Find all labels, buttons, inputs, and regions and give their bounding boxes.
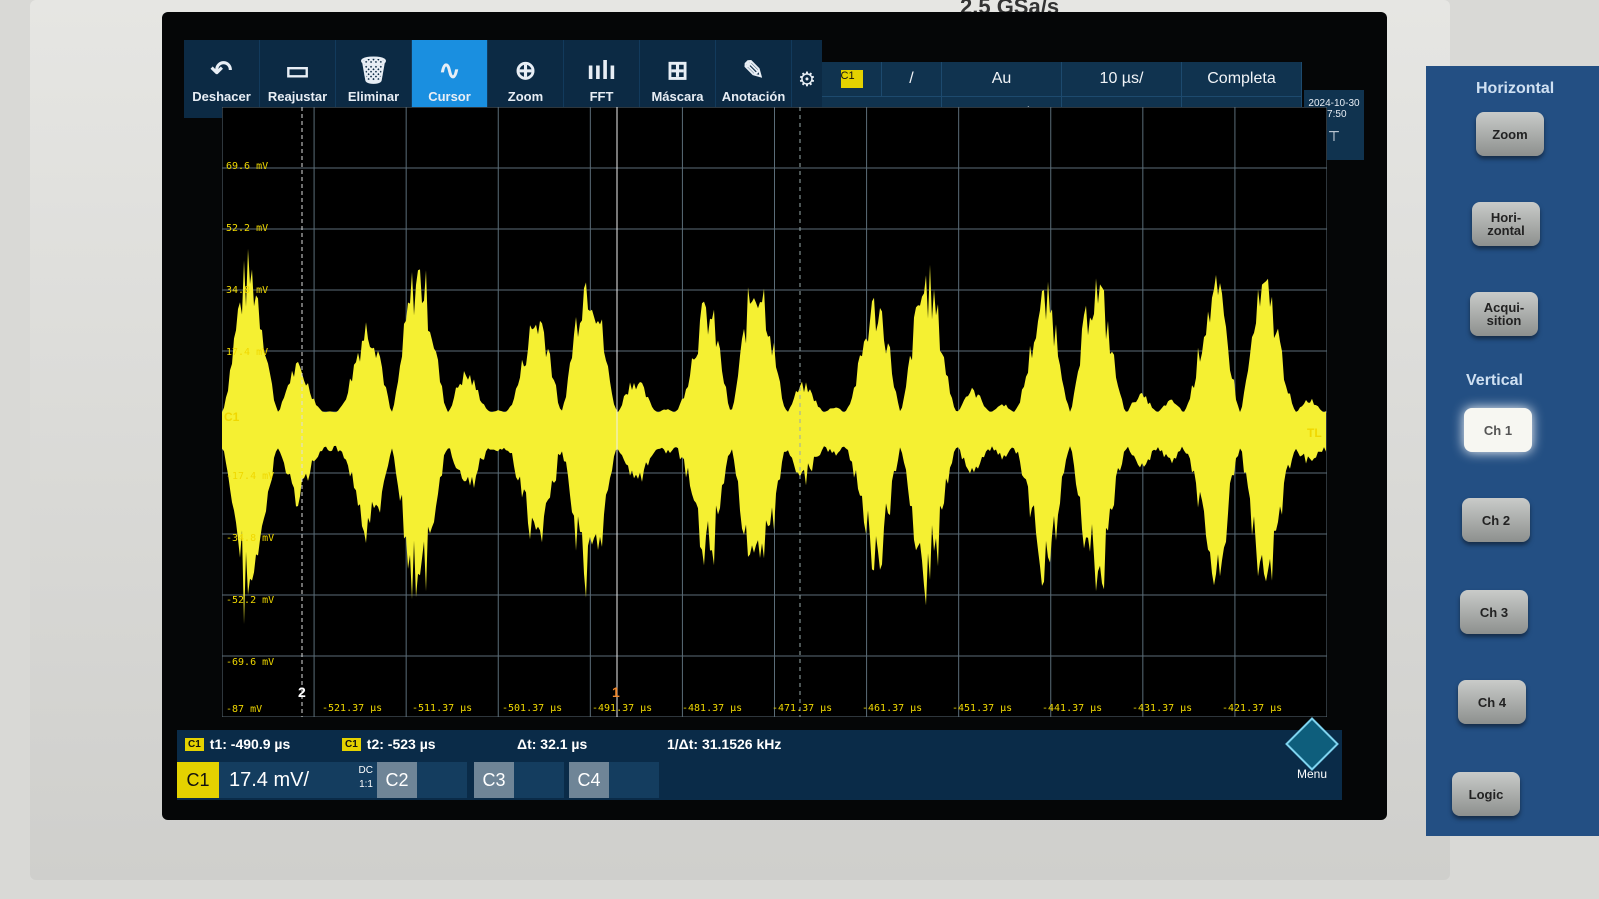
t1-value: t1: -490.9 µs [209,736,291,752]
undo-icon: ↶ [210,54,233,85]
c1-coupling-mode: DC [358,765,373,776]
ch4-button[interactable]: Ch 4 [1458,680,1526,724]
c2-label: C2 [377,762,417,798]
horizontal-heading: Horizontal [1476,80,1555,97]
channel-c4[interactable]: C4 [569,762,659,798]
y-tick-label: 17.4 mV [226,347,268,358]
mask-icon: ⊞ [666,54,689,85]
toolbar-label: Zoom [507,88,544,104]
x-tick-label: -421.37 µs [1222,703,1282,714]
toolbar-label: Máscara [651,88,704,104]
toolbar-label: Reajustar [267,88,328,104]
zoom-icon: ⊕ [514,54,537,85]
channel-c3[interactable]: C3 [474,762,564,798]
channel-offset-marker[interactable]: C1 [224,410,240,424]
ch2-button[interactable]: Ch 2 [1462,498,1530,542]
toolbar-label: Anotación [721,88,786,104]
t2-value: t2: -523 µs [366,736,436,752]
y-tick-label: -52.2 mV [226,595,274,606]
autoset-icon: ▭ [285,54,310,85]
oscilloscope-screen: ↶ Deshacer ▭ Reajustar 🗑 Eliminar ∿ Cursor ⊕ Zoom… [162,12,1387,820]
c1-chip: C1 [185,737,204,751]
ch1-button[interactable]: Ch 1 [1464,408,1532,452]
cursor-t1[interactable]: C1 t1: -490.9 µs [185,736,290,752]
c1-chip: C1 [342,737,361,751]
waveform-svg[interactable]: 69.6 mV 52.2 mV 34.8 mV 17.4 mV -17.4 mV -34.… [221,106,1328,718]
acquisition-length[interactable]: Completa [1182,62,1302,97]
c1-coupling: DC 1:1 [359,764,373,792]
channel-c2[interactable]: C2 [377,762,467,798]
trigger-mode[interactable]: Au [942,62,1062,97]
toolbar-label: Deshacer [192,88,251,104]
c1-scale: 17.4 mV/ [229,768,310,791]
y-tick-label: 52.2 mV [226,223,268,234]
trigger-source[interactable]: C1 [822,62,882,97]
acquisition-button[interactable]: Acqui- sition [1470,292,1538,336]
timebase[interactable]: 10 µs/ [1062,62,1182,97]
y-tick-label: 34.8 mV [226,285,268,296]
c1-label: C1 [177,762,219,798]
logic-button[interactable]: Logic [1452,772,1520,816]
menu-button[interactable]: Menu [1282,717,1342,797]
channel-c1[interactable]: C1 17.4 mV/ DC 1:1 [177,762,377,798]
channel-bar: C1 17.4 mV/ DC 1:1 C2 C3 C4 [177,760,1342,800]
cursor-t2[interactable]: C1 t2: -523 µs [342,736,436,752]
toolbar-label: Eliminar [347,88,400,104]
cursor-readout-bar: C1 t1: -490.9 µs C1 t2: -523 µs Δt: 32.1 µ… [177,730,1342,760]
y-tick-label: -87 mV [226,704,262,715]
waveform-display[interactable]: 69.6 mV 52.2 mV 34.8 mV 17.4 mV -17.4 mV -34.… [221,106,1328,718]
x-tick-label: -481.37 µs [682,703,742,714]
x-tick-label: -491.37 µs [592,703,652,714]
c3-tail [514,762,564,798]
c4-tail [609,762,659,798]
y-tick-label: -17.4 mV [226,471,274,482]
x-tick-label: -431.37 µs [1132,703,1192,714]
trigger-source-chip: C1 [840,70,863,88]
trash-icon: 🗑 [356,54,390,85]
trigger-level-marker[interactable]: TL [1307,426,1322,440]
rs-logo-icon [1285,717,1339,771]
c3-label: C3 [474,762,514,798]
y-tick-label: -34.8 mV [226,533,274,544]
c4-label: C4 [569,762,609,798]
toolbar-label: FFT [589,88,614,104]
x-tick-label: -461.37 µs [862,703,922,714]
x-tick-label: -511.37 µs [412,703,472,714]
toolbar-label: Cursor [428,88,471,104]
y-tick-label: -69.6 mV [226,657,274,668]
control-panel: Horizontal Zoom Hori- zontal Acqui- siti… [1426,66,1599,836]
ch3-button[interactable]: Ch 3 [1460,590,1528,634]
c1-probe-ratio: 1:1 [359,779,373,790]
x-tick-label: -441.37 µs [1042,703,1102,714]
c2-tail [417,762,467,798]
delta-t: Δt: 32.1 µs [517,736,588,752]
x-tick-label: -471.37 µs [772,703,832,714]
cursor-wave-icon: ∿ [438,54,461,85]
y-tick-label: 69.6 mV [226,161,268,172]
x-tick-label: -501.37 µs [502,703,562,714]
fft-icon: ıılı [587,54,616,85]
annotation-pencil-icon: ✎ [742,54,765,85]
x-tick-label: -521.37 µs [322,703,382,714]
vertical-heading: Vertical [1466,372,1523,389]
cursor-1-marker[interactable]: 1 [612,684,620,700]
zoom-button[interactable]: Zoom [1476,112,1544,156]
x-tick-label: -451.37 µs [952,703,1012,714]
trigger-slope-icon[interactable]: / [882,62,942,97]
horizontal-button[interactable]: Hori- zontal [1472,202,1540,246]
cursor-2-marker[interactable]: 2 [298,684,306,700]
inverse-delta-t: 1/Δt: 31.1526 kHz [667,736,782,752]
